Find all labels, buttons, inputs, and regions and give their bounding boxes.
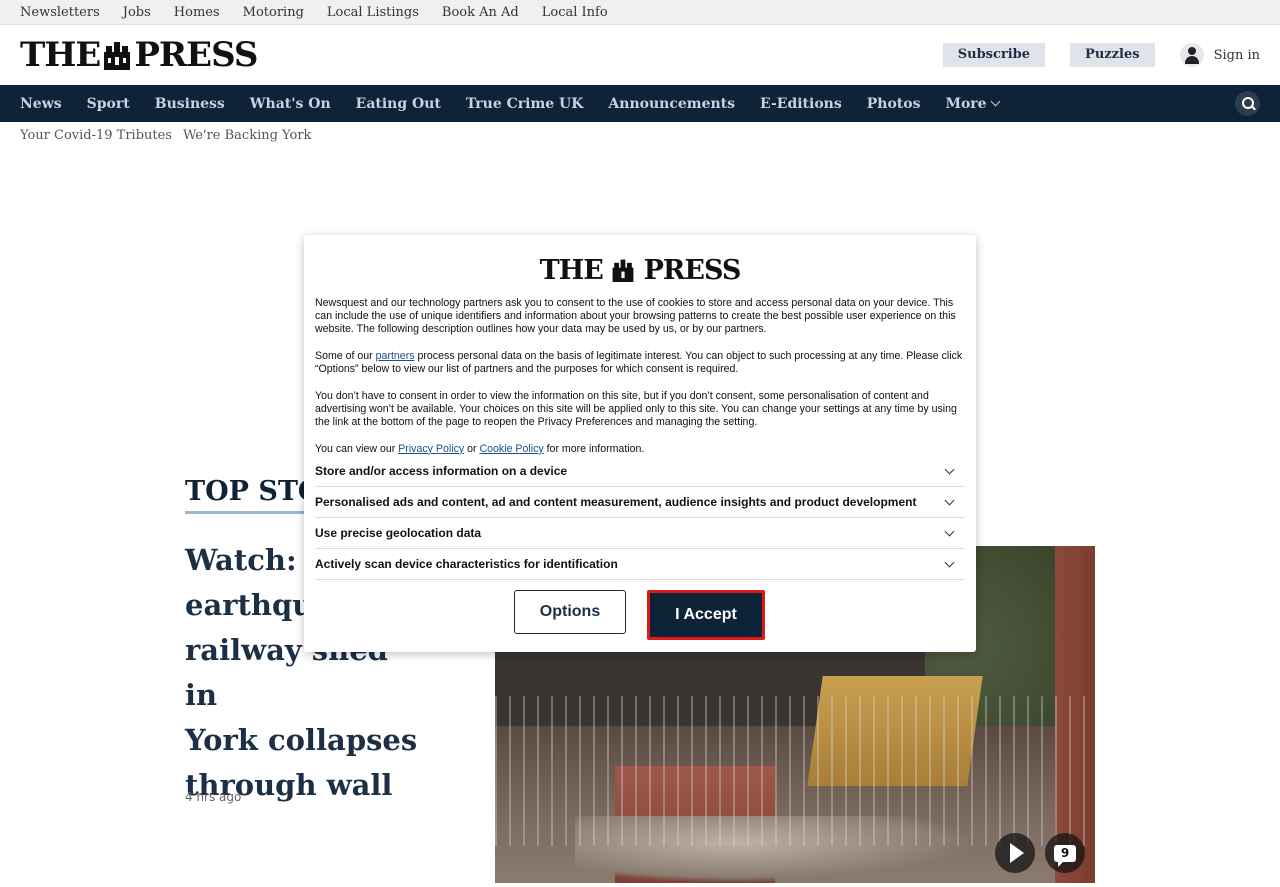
- headline-line: York collapses: [185, 723, 418, 757]
- consent-text-span: for more information.: [543, 442, 645, 455]
- nav-item-eating-out[interactable]: Eating Out: [356, 96, 441, 112]
- nav-item-sport[interactable]: Sport: [87, 96, 130, 112]
- purpose-label: Personalised ads and content, ad and con…: [315, 495, 917, 509]
- purpose-personalised-ads[interactable]: Personalised ads and content, ad and con…: [315, 487, 965, 518]
- nav-item-more[interactable]: More: [945, 95, 1001, 112]
- site-logo[interactable]: THE PRESS: [20, 35, 258, 75]
- nav-more-label: More: [945, 95, 987, 112]
- util-link-motoring[interactable]: Motoring: [243, 5, 304, 20]
- sign-in-label: Sign in: [1213, 47, 1260, 63]
- nav-item-business[interactable]: Business: [155, 96, 225, 112]
- util-link-newsletters[interactable]: Newsletters: [20, 5, 100, 20]
- consent-logo-left: THE: [539, 255, 604, 286]
- nav-item-announcements[interactable]: Announcements: [608, 96, 735, 112]
- sub-link-backing-york[interactable]: We're Backing York: [183, 128, 311, 143]
- partners-link[interactable]: partners: [376, 350, 415, 362]
- consent-text-span: or: [464, 442, 480, 455]
- consent-logo: THE PRESS: [304, 255, 976, 286]
- sign-in-link[interactable]: Sign in: [1179, 43, 1260, 67]
- consent-text-span: Some of our: [315, 350, 376, 362]
- util-link-local-listings[interactable]: Local Listings: [327, 5, 419, 20]
- purpose-label: Actively scan device characteristics for…: [315, 557, 618, 571]
- story-timestamp: 4 hrs ago: [185, 790, 242, 804]
- util-link-book-an-ad[interactable]: Book An Ad: [442, 5, 519, 20]
- chevron-down-icon: [990, 96, 1001, 107]
- consent-logo-right: PRESS: [643, 255, 742, 286]
- privacy-policy-link[interactable]: Privacy Policy: [398, 443, 464, 455]
- chevron-down-icon: [944, 495, 955, 505]
- nav-item-e-editions[interactable]: E-Editions: [760, 96, 842, 112]
- top-stories-heading: TOP STO: [185, 476, 322, 514]
- consent-text-span: You can view our: [315, 442, 399, 455]
- purpose-geolocation[interactable]: Use precise geolocation data: [315, 518, 965, 549]
- masthead: THE PRESS Subscribe Puzzles Sign in: [0, 25, 1280, 85]
- castle-logo-icon: [612, 259, 634, 282]
- logo-text-right: PRESS: [134, 35, 258, 75]
- consent-text: Newsquest and our technology partners as…: [315, 297, 965, 469]
- consent-dialog: THE PRESS Newsquest and our technology p…: [304, 235, 976, 652]
- util-link-homes[interactable]: Homes: [174, 5, 220, 20]
- utility-bar: Newsletters Jobs Homes Motoring Local Li…: [0, 0, 1280, 25]
- purpose-store-access[interactable]: Store and/or access information on a dev…: [315, 456, 965, 487]
- comment-icon: 9: [1054, 844, 1076, 867]
- accept-button[interactable]: I Accept: [647, 590, 765, 640]
- consent-purposes: Store and/or access information on a dev…: [315, 456, 965, 580]
- sub-link-covid-tributes[interactable]: Your Covid-19 Tributes: [20, 128, 172, 143]
- purpose-label: Store and/or access information on a dev…: [315, 464, 568, 478]
- consent-paragraph: You don’t have to consent in order to vi…: [315, 389, 957, 429]
- comments-button[interactable]: 9: [1045, 833, 1085, 873]
- nav-item-photos[interactable]: Photos: [867, 96, 921, 112]
- nav-item-whats-on[interactable]: What's On: [250, 96, 331, 112]
- chevron-down-icon: [944, 464, 955, 474]
- chevron-down-icon: [944, 526, 955, 536]
- consent-paragraph: Some of our partners process personal da…: [315, 350, 965, 376]
- chevron-down-icon: [944, 557, 955, 567]
- main-nav: News Sport Business What's On Eating Out…: [0, 85, 1280, 122]
- cookie-policy-link[interactable]: Cookie Policy: [479, 443, 543, 455]
- consent-paragraph: You can view our Privacy Policy or Cooki…: [315, 443, 965, 456]
- sub-links: Your Covid-19 Tributes We're Backing Yor…: [20, 128, 322, 143]
- puzzles-button[interactable]: Puzzles: [1070, 43, 1155, 67]
- util-link-jobs[interactable]: Jobs: [123, 5, 151, 20]
- consent-paragraph: Newsquest and our technology partners as…: [315, 297, 956, 336]
- user-icon: [1179, 43, 1204, 67]
- subscribe-button[interactable]: Subscribe: [942, 43, 1046, 67]
- options-button[interactable]: Options: [514, 590, 626, 634]
- nav-item-news[interactable]: News: [20, 96, 62, 112]
- image-fence: [495, 696, 1095, 846]
- util-link-local-info[interactable]: Local Info: [542, 5, 608, 20]
- search-icon[interactable]: [1235, 91, 1260, 116]
- purpose-label: Use precise geolocation data: [315, 526, 482, 540]
- castle-logo-icon: [104, 42, 131, 70]
- masthead-actions: Subscribe Puzzles Sign in: [918, 43, 1260, 67]
- play-icon[interactable]: [995, 833, 1035, 873]
- purpose-device-scan[interactable]: Actively scan device characteristics for…: [315, 549, 965, 580]
- logo-text-left: THE: [20, 35, 101, 75]
- nav-item-true-crime-uk[interactable]: True Crime UK: [466, 96, 584, 112]
